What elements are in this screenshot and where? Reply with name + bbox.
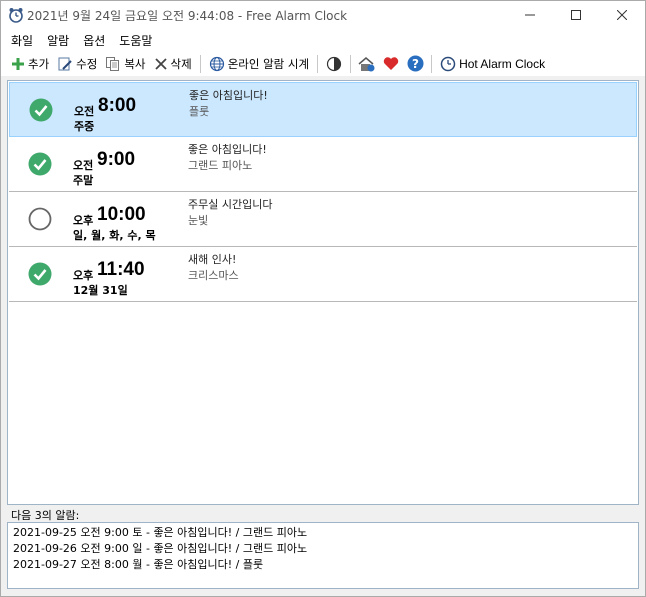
alarm-repeat-days: 주중 <box>74 120 95 133</box>
alarm-row[interactable]: 오전 9:00 주말 좋은 아침입니다! 그랜드 피아노 <box>9 137 637 192</box>
online-alarm-clock-label: 온라인 알람 시계 <box>227 56 310 71</box>
copy-button[interactable]: 복사 <box>101 53 149 75</box>
add-button[interactable]: 추가 <box>7 53 53 75</box>
alarm-list[interactable]: 오전 8:00 주중 좋은 아침입니다! 플룻 오전 9:00 주말 좋은 아침… <box>7 80 639 505</box>
delete-button-label: 삭제 <box>170 56 192 71</box>
alarm-time: 9:00 <box>97 149 136 170</box>
plus-icon <box>12 57 24 70</box>
alarm-enabled-checkbox[interactable] <box>28 262 52 286</box>
delete-x-icon <box>154 57 167 70</box>
next-alarms-label: 다음 3의 알람: <box>11 509 80 522</box>
help-question-icon: ? <box>407 55 424 72</box>
alarm-repeat-days: 일, 월, 화, 수, 목 <box>73 229 156 242</box>
menu-file[interactable]: 화일 <box>4 30 40 51</box>
next-alarm-item: 2021-09-26 오전 9:00 일 - 좋은 아침입니다! / 그랜드 피… <box>13 542 308 555</box>
svg-text:?: ? <box>412 57 419 71</box>
next-alarm-item: 2021-09-25 오전 9:00 토 - 좋은 아침입니다! / 그랜드 피… <box>13 526 308 539</box>
toolbar: 추가 수정 복사 삭제 온라인 알람 시계 ? Hot Alarm Clock <box>1 51 645 76</box>
donate-button[interactable] <box>380 53 402 75</box>
copy-icon <box>106 56 120 71</box>
alarm-row[interactable]: 오후 10:00 일, 월, 화, 수, 목 주무실 시간입니다 눈빛 <box>9 192 637 247</box>
minimize-button[interactable] <box>507 1 553 29</box>
add-button-label: 추가 <box>28 56 50 71</box>
alarm-message: 새해 인사! <box>188 253 237 266</box>
menu-alarm[interactable]: 알람 <box>40 30 76 51</box>
hot-alarm-clock-label: Hot Alarm Clock <box>459 56 546 71</box>
alarm-ampm: 오전 <box>73 159 94 172</box>
copy-button-label: 복사 <box>124 56 146 71</box>
alarm-row[interactable]: 오후 11:40 12월 31일 새해 인사! 크리스마스 <box>9 247 637 302</box>
alarm-enabled-checkbox[interactable] <box>28 152 52 176</box>
toolbar-separator <box>431 54 433 73</box>
alarm-message: 좋은 아침입니다! <box>189 89 268 102</box>
help-button[interactable]: ? <box>404 53 426 75</box>
alarm-ampm: 오후 <box>73 214 94 227</box>
alarm-ampm: 오전 <box>74 105 95 118</box>
alarm-sound: 플룻 <box>189 105 210 118</box>
alarm-sound: 그랜드 피아노 <box>188 159 253 172</box>
maximize-icon <box>571 10 581 20</box>
edit-pencil-icon <box>58 57 72 70</box>
window-title: 2021년 9월 24일 금요일 오전 9:44:08 - Free Alarm… <box>27 8 348 23</box>
alarm-sound: 크리스마스 <box>188 269 239 282</box>
menu-help[interactable]: 도움말 <box>112 30 159 51</box>
homepage-button[interactable] <box>356 53 378 75</box>
alarm-enabled-checkbox[interactable] <box>29 98 53 122</box>
alarm-clock-icon <box>8 7 24 23</box>
alarm-ampm: 오후 <box>73 269 94 282</box>
toolbar-separator <box>317 54 319 73</box>
alarm-message: 주무실 시간입니다 <box>188 198 273 211</box>
alarm-message: 좋은 아침입니다! <box>188 143 267 156</box>
alarm-time: 11:40 <box>97 259 145 280</box>
edit-button-label: 수정 <box>76 56 98 71</box>
theme-toggle-button[interactable] <box>323 53 345 75</box>
contrast-icon <box>326 56 342 71</box>
clock-icon <box>440 56 456 71</box>
alarm-row[interactable]: 오전 8:00 주중 좋은 아침입니다! 플룻 <box>9 82 637 137</box>
menu-bar: 화일 알람 옵션 도움말 <box>1 29 645 51</box>
alarm-repeat-days: 주말 <box>73 174 94 187</box>
edit-button[interactable]: 수정 <box>53 53 101 75</box>
toolbar-separator <box>350 54 352 73</box>
next-alarms-list[interactable]: 2021-09-25 오전 9:00 토 - 좋은 아침입니다! / 그랜드 피… <box>7 522 639 589</box>
next-alarm-item: 2021-09-27 오전 8:00 월 - 좋은 아침입니다! / 플룻 <box>13 558 264 571</box>
hot-alarm-clock-button[interactable]: Hot Alarm Clock <box>436 53 549 75</box>
globe-icon <box>209 56 224 71</box>
alarm-repeat-days: 12월 31일 <box>73 284 128 297</box>
delete-button[interactable]: 삭제 <box>150 53 196 75</box>
online-alarm-clock-button[interactable]: 온라인 알람 시계 <box>205 53 313 75</box>
alarm-disabled-checkbox[interactable] <box>28 207 52 231</box>
close-button[interactable] <box>599 1 645 29</box>
menu-options[interactable]: 옵션 <box>76 30 112 51</box>
heart-icon <box>383 57 399 70</box>
home-globe-icon <box>358 56 375 71</box>
maximize-button[interactable] <box>553 1 599 29</box>
alarm-sound: 눈빛 <box>188 214 209 227</box>
title-bar[interactable]: 2021년 9월 24일 금요일 오전 9:44:08 - Free Alarm… <box>1 1 645 29</box>
alarm-time: 10:00 <box>97 204 146 225</box>
alarm-time: 8:00 <box>98 95 137 116</box>
close-icon <box>617 10 627 20</box>
toolbar-separator <box>199 54 201 73</box>
minimize-icon <box>525 14 535 16</box>
app-window: 2021년 9월 24일 금요일 오전 9:44:08 - Free Alarm… <box>0 0 646 597</box>
